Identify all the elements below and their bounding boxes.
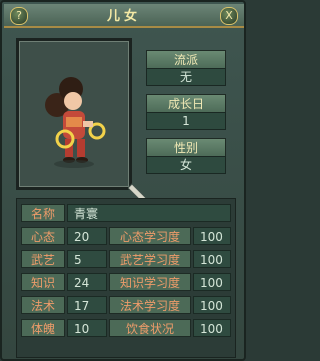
attr-value-mentality: 20 (67, 227, 107, 245)
study-label-knowledge: 知识学习度 (109, 273, 191, 291)
attr-value-magic: 17 (67, 296, 107, 314)
study-value-magic: 100 (193, 296, 231, 314)
study-value-knowledge: 100 (193, 273, 231, 291)
stat-label-growth-day: 成长日 (146, 94, 226, 114)
name-value: 青寰 (67, 204, 231, 222)
character-figure (45, 77, 106, 168)
study-value-martial: 100 (193, 250, 231, 268)
study-value-diet: 100 (193, 319, 231, 337)
study-label-mentality: 心态学习度 (109, 227, 191, 245)
stat-value-growth-day: 1 (146, 112, 226, 130)
attr-value-physique: 10 (67, 319, 107, 337)
child-info-window: ? 儿女 X 流派 无 成长日 1 性别 女 名称 青寰 心态 20 心态学习度… (0, 0, 246, 361)
close-icon: X (225, 9, 233, 22)
window-title: 儿女 (106, 9, 141, 24)
attr-value-martial: 5 (67, 250, 107, 268)
attributes-table: 名称 青寰 心态 20 心态学习度 100 武艺 5 武艺学习度 100 知识 … (16, 198, 236, 358)
stat-value-gender: 女 (146, 156, 226, 174)
study-value-mentality: 100 (193, 227, 231, 245)
stat-label-gender: 性别 (146, 138, 226, 158)
stat-value-school: 无 (146, 68, 226, 86)
title-bar[interactable]: ? 儿女 X (4, 4, 244, 28)
stat-label-school: 流派 (146, 50, 226, 70)
study-label-martial: 武艺学习度 (109, 250, 191, 268)
attr-label-magic: 法术 (21, 296, 65, 314)
study-label-diet: 饮食状况 (109, 319, 191, 337)
close-button[interactable]: X (220, 7, 238, 25)
name-label: 名称 (21, 204, 65, 222)
child-portrait (16, 38, 132, 190)
attr-value-knowledge: 24 (67, 273, 107, 291)
attr-label-knowledge: 知识 (21, 273, 65, 291)
study-label-magic: 法术学习度 (109, 296, 191, 314)
attr-label-physique: 体魄 (21, 319, 65, 337)
attr-label-mentality: 心态 (21, 227, 65, 245)
attr-label-martial: 武艺 (21, 250, 65, 268)
